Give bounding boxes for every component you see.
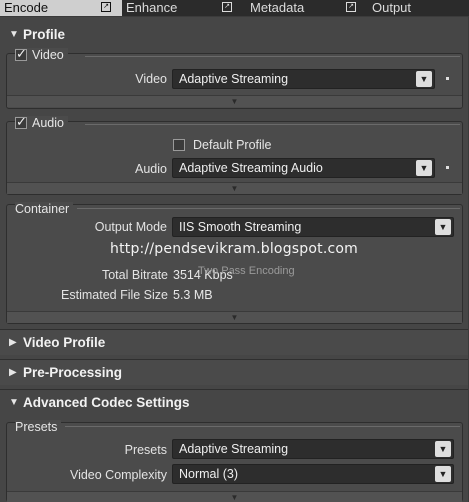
- audio-group-legend: Audio: [15, 114, 68, 130]
- group-divider: [77, 208, 460, 209]
- video-group-label: Video: [32, 48, 64, 62]
- video-profile-section-title: Video Profile: [23, 335, 106, 350]
- chevron-down-icon[interactable]: ▼: [416, 160, 432, 176]
- popout-icon[interactable]: [222, 2, 232, 12]
- file-size-value: 5.3 MB: [173, 288, 213, 302]
- options-dot[interactable]: [446, 77, 449, 80]
- audio-profile-value: Adaptive Streaming Audio: [179, 161, 323, 175]
- triangle-down-icon: ▼: [9, 397, 19, 408]
- profile-section-title: Profile: [23, 26, 66, 42]
- output-mode-value: IIS Smooth Streaming: [179, 220, 302, 234]
- popout-icon[interactable]: [346, 2, 356, 12]
- audio-field-label: Audio: [135, 162, 167, 176]
- audio-group: Audio Default Profile Audio Adaptive Str…: [6, 114, 463, 195]
- presets-field-label: Presets: [124, 443, 167, 457]
- output-mode-select[interactable]: IIS Smooth Streaming ▼: [172, 217, 454, 237]
- tab-enhance-label: Enhance: [126, 0, 178, 15]
- tab-enhance[interactable]: Enhance: [122, 0, 244, 16]
- presets-group-label: Presets: [15, 420, 62, 434]
- pre-processing-section-header[interactable]: ▶ Pre-Processing: [0, 359, 468, 385]
- chevron-down-icon: ▼: [230, 493, 239, 502]
- chevron-down-icon[interactable]: ▼: [435, 466, 451, 482]
- group-divider: [85, 56, 460, 57]
- tab-output-label: Output: [372, 0, 412, 15]
- presets-group: Presets Presets Adaptive Streaming ▼ Vid…: [6, 420, 463, 502]
- audio-profile-select[interactable]: Adaptive Streaming Audio ▼: [172, 158, 435, 178]
- pre-processing-section-title: Pre-Processing: [23, 365, 123, 380]
- video-checkbox[interactable]: [15, 46, 27, 62]
- chevron-down-icon: ▼: [230, 184, 239, 193]
- advanced-codec-section-header[interactable]: ▼ Advanced Codec Settings: [0, 389, 468, 415]
- video-complexity-label: Video Complexity: [69, 468, 167, 482]
- tab-output[interactable]: Output: [366, 0, 469, 16]
- advanced-codec-section-title: Advanced Codec Settings: [23, 395, 190, 410]
- audio-group-expander[interactable]: ▼: [7, 182, 462, 194]
- presets-group-expander[interactable]: ▼: [7, 491, 462, 502]
- group-divider: [85, 124, 460, 125]
- chevron-down-icon[interactable]: ▼: [416, 71, 432, 87]
- video-complexity-select[interactable]: Normal (3) ▼: [172, 464, 454, 484]
- video-complexity-value: Normal (3): [179, 467, 239, 481]
- video-group: Video Video Adaptive Streaming ▼ ▼: [6, 46, 463, 109]
- output-mode-label: Output Mode: [94, 220, 167, 234]
- chevron-down-icon[interactable]: ▼: [435, 441, 451, 457]
- default-profile-row: Default Profile: [173, 138, 272, 152]
- watermark-text: http://pendsevikram.blogspot.com: [110, 241, 358, 257]
- triangle-down-icon: ▼: [9, 28, 19, 40]
- video-group-expander[interactable]: ▼: [7, 95, 462, 107]
- total-bitrate-label: Total Bitrate: [101, 268, 168, 282]
- chevron-down-icon: ▼: [230, 97, 239, 106]
- options-dot[interactable]: [446, 166, 449, 169]
- tab-metadata-label: Metadata: [250, 0, 305, 15]
- presets-select[interactable]: Adaptive Streaming ▼: [172, 439, 454, 459]
- tab-encode-label: Encode: [4, 0, 49, 15]
- container-group: Container Output Mode IIS Smooth Streami…: [6, 202, 463, 324]
- file-size-label: Estimated File Size: [61, 288, 168, 302]
- tab-encode[interactable]: Encode: [0, 0, 122, 16]
- video-group-legend: Video: [15, 46, 68, 62]
- chevron-down-icon[interactable]: ▼: [435, 219, 451, 235]
- triangle-right-icon: ▶: [9, 337, 17, 348]
- profile-section-header[interactable]: ▼ Profile: [0, 21, 468, 47]
- popout-icon[interactable]: [101, 2, 111, 12]
- chevron-down-icon: ▼: [230, 313, 239, 322]
- default-profile-checkbox[interactable]: [173, 139, 185, 151]
- audio-group-label: Audio: [32, 116, 64, 130]
- encode-panel: ▼ Profile Video Video Adaptive Streaming…: [0, 17, 468, 502]
- video-profile-section-header[interactable]: ▶ Video Profile: [0, 329, 468, 355]
- container-group-expander[interactable]: ▼: [7, 311, 462, 323]
- presets-value: Adaptive Streaming: [179, 442, 289, 456]
- tab-bar: Encode Enhance Metadata Output: [0, 0, 469, 16]
- video-profile-select[interactable]: Adaptive Streaming ▼: [172, 69, 435, 89]
- video-profile-value: Adaptive Streaming: [179, 72, 289, 86]
- container-group-label: Container: [15, 202, 74, 216]
- two-pass-encoding-label[interactable]: Two Pass Encoding: [198, 265, 295, 277]
- triangle-right-icon: ▶: [9, 367, 17, 378]
- group-divider: [65, 426, 460, 427]
- audio-checkbox[interactable]: [15, 114, 27, 130]
- tab-metadata[interactable]: Metadata: [244, 0, 366, 16]
- default-profile-label: Default Profile: [193, 138, 272, 152]
- video-field-label: Video: [135, 72, 167, 86]
